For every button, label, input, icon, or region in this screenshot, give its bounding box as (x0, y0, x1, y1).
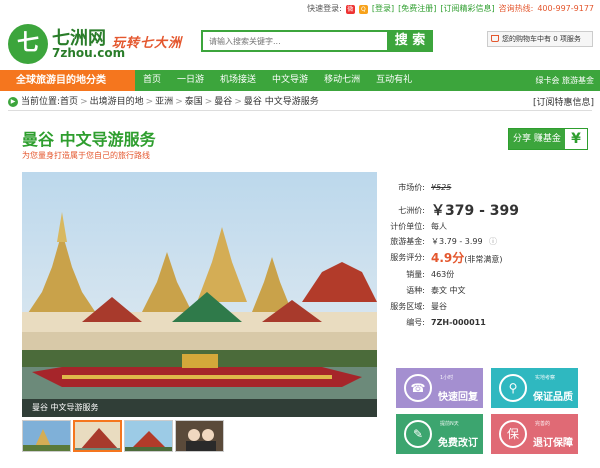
register-link[interactable]: [免费注册] (398, 0, 436, 18)
area-label: 服务区域: (390, 302, 425, 311)
slogan: 玩转七大洲 (112, 36, 183, 51)
cart-text: 您的购物车中有 0 项服务 (502, 35, 581, 43)
market-price-label: 市场价: (398, 183, 425, 192)
logo-icon[interactable]: 七 (8, 24, 48, 64)
thumbnail-selected[interactable] (73, 420, 122, 452)
hotline-number: 400-997-9177 (537, 4, 594, 13)
nav-item-home[interactable]: 首页 (135, 70, 169, 91)
subscribe-link[interactable]: [订阅精彩信息] (440, 0, 494, 18)
quill-icon: ✎ (404, 420, 432, 448)
breadcrumb: ▶ 当前位置:首页 > 出境游目的地 > 亚洲 > 泰国 > 曼谷 > 曼谷 中文导游服务 (8, 93, 592, 111)
tile-free-change[interactable]: ✎ 提前N天免费改订 (396, 414, 483, 454)
thumbnail[interactable] (22, 420, 71, 452)
breadcrumb-item[interactable]: 亚洲 (155, 97, 173, 107)
phone-icon: ☎ (404, 374, 432, 402)
nav-item-day-tour[interactable]: 一日游 (169, 70, 212, 91)
nav-item-gifts[interactable]: 互动有礼 (368, 70, 420, 91)
tile-refund[interactable]: 保 完善的退订保障 (491, 414, 578, 454)
tile-label: 快速回复 (438, 392, 478, 403)
tile-quality[interactable]: ⚲ 实地考察保证品质 (491, 368, 578, 408)
subscribe-deals-link[interactable]: [订阅特惠信息] (533, 95, 594, 108)
tile-small: 提前N天 (440, 421, 459, 427)
area: 曼谷 (431, 302, 447, 311)
breadcrumb-item[interactable]: 泰国 (185, 97, 203, 107)
tile-small: 1小时 (440, 375, 454, 381)
tile-label: 退订保障 (533, 438, 573, 449)
tile-small: 完善的 (535, 421, 551, 427)
breadcrumb-item: 曼谷 中文导游服务 (243, 97, 319, 107)
fund-label: 旅游基金: (390, 237, 425, 246)
quick-login-label: 快速登录: (307, 4, 342, 13)
market-price: ¥525 (431, 183, 452, 192)
price-label: 七洲价: (398, 206, 425, 215)
breadcrumb-label: 当前位置: (21, 97, 61, 107)
rating: 4.9分 (431, 251, 465, 265)
login-link[interactable]: [登录] (372, 0, 394, 18)
share-label: 分享 赚基金 (513, 134, 561, 144)
tile-label: 保证品质 (533, 392, 573, 403)
tile-label: 免费改订 (438, 438, 478, 449)
search-button[interactable]: 搜 索 (387, 30, 433, 52)
tile-small: 实地考察 (535, 375, 556, 381)
rating-label: 服务评分: (390, 253, 425, 262)
destination-category-menu[interactable]: 全球旅游目的地分类 (0, 70, 135, 91)
cart-icon (491, 35, 499, 42)
tile-fast-reply[interactable]: ☎ 1小时快速回复 (396, 368, 483, 408)
header: 七 七洲网 7zhou.com 玩转七大洲 搜 索 您的购物车中有 0 项服务 (0, 18, 600, 70)
thumbnail-strip (22, 420, 224, 452)
top-bar: 快速登录: 微 Q [登录] [免费注册] [订阅精彩信息] 咨询热线: 400… (0, 0, 600, 18)
shield-icon: 保 (499, 420, 527, 448)
yen-icon: ¥ (565, 129, 587, 149)
language-label: 语种: (406, 286, 425, 295)
sold: 463份 (431, 270, 455, 279)
nav-right-links[interactable]: 绿卡会 旅游基金 (535, 70, 594, 91)
nav-item-mobile[interactable]: 移动七洲 (316, 70, 368, 91)
page-title: 曼谷 中文导游服务 (22, 130, 156, 149)
share-button[interactable]: 分享 赚基金 ¥ (508, 128, 588, 150)
code: 7ZH-000011 (431, 318, 486, 327)
code-label: 编号: (406, 318, 425, 327)
qq-icon[interactable]: Q (358, 4, 368, 14)
help-icon[interactable]: ⓘ (489, 235, 497, 249)
nav-item-guide[interactable]: 中文导游 (264, 70, 316, 91)
product-photo[interactable]: 曼谷 中文导游服务 (22, 172, 377, 417)
weibo-icon[interactable]: 微 (345, 4, 355, 14)
breadcrumb-item[interactable]: 首页 (60, 97, 78, 107)
sold-label: 销量: (406, 270, 425, 279)
magnifier-icon: ⚲ (499, 374, 527, 402)
fund: ￥3.79 - 3.99 (431, 237, 483, 246)
thumbnail[interactable] (175, 420, 224, 452)
photo-caption: 曼谷 中文导游服务 (22, 399, 377, 417)
service-tiles: ☎ 1小时快速回复 ⚲ 实地考察保证品质 ✎ 提前N天免费改订 保 完善的退订保障 (396, 368, 588, 456)
page-subtitle: 为您量身打造属于您自己的旅行路线 (22, 151, 150, 160)
thumbnail[interactable] (124, 420, 173, 452)
unit: 每人 (431, 222, 447, 231)
location-icon: ▶ (8, 96, 18, 107)
nav-item-airport[interactable]: 机场接送 (212, 70, 264, 91)
main-nav: 全球旅游目的地分类 首页 一日游 机场接送 中文导游 移动七洲 互动有礼 绿卡会… (0, 70, 600, 91)
cart-button[interactable]: 您的购物车中有 0 项服务 (487, 31, 593, 47)
breadcrumb-item[interactable]: 曼谷 (214, 97, 232, 107)
breadcrumb-item[interactable]: 出境游目的地 (90, 97, 144, 107)
unit-label: 计价单位: (390, 222, 425, 231)
search-input[interactable] (203, 32, 389, 50)
search-box: 搜 索 (201, 30, 433, 52)
hotline-label: 咨询热线: (498, 4, 534, 13)
language: 泰文 中文 (431, 286, 466, 295)
price: ￥379 - 399 (431, 203, 520, 219)
temple-illustration (22, 172, 377, 417)
rating-note: (非常满意) (464, 255, 503, 264)
